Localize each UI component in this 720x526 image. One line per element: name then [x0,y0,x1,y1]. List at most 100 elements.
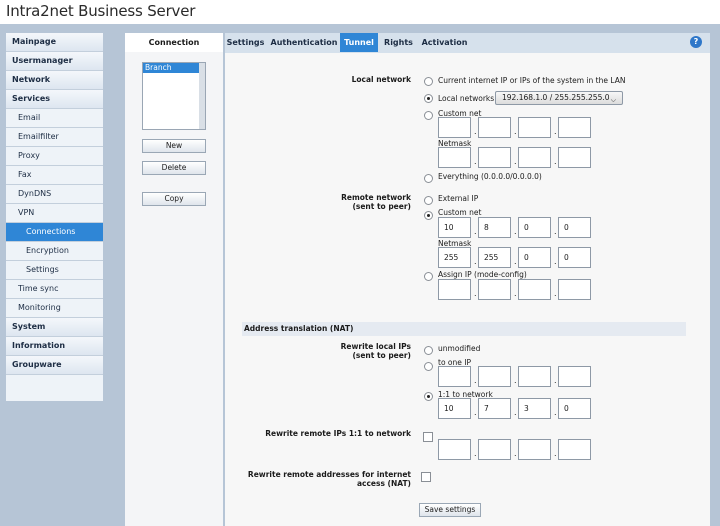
sidebar-item-information[interactable]: Information [6,337,103,356]
local-netmask-octet-2[interactable] [478,147,511,168]
sidebar-item-settings[interactable]: Settings [6,261,103,280]
assign-ip-octet-3[interactable] [518,279,551,300]
help-icon[interactable]: ? [690,36,702,48]
to-one-ip-octet-1[interactable] [438,366,471,387]
save-settings-button[interactable]: Save settings [419,503,481,517]
local-custom-radio[interactable] [424,111,433,120]
remote-netmask-octet-1[interactable]: 255 [438,247,471,268]
local-netmask-octet-1[interactable] [438,147,471,168]
one-to-one-ip-octet-3[interactable]: 3 [518,398,551,419]
ip-dot: . [474,257,477,266]
remote-ip-octet-4[interactable]: 0 [558,217,591,238]
local-ip-octet-1[interactable] [438,117,471,138]
rewrite-remote-ip-octet-1[interactable] [438,439,471,460]
remote-custom-radio[interactable] [424,211,433,220]
assign-ip-octet-4[interactable] [558,279,591,300]
listbox-scrollbar[interactable] [199,63,205,129]
sidebar-item-services[interactable]: Services [6,90,103,109]
remote-assign-label: Assign IP (mode-config) [438,270,527,279]
rewrite-local-label: Rewrite local IPs (sent to peer) [245,342,411,360]
remote-ip-octet-3[interactable]: 0 [518,217,551,238]
ip-dot: . [554,257,557,266]
remote-network-label-line2: (sent to peer) [352,202,411,211]
rewrite-remote-ip-octet-4[interactable] [558,439,591,460]
tab-settings[interactable]: Settings [225,33,266,52]
sidebar-item-fax[interactable]: Fax [6,166,103,185]
local-networks-label: Local networks [438,94,495,103]
connection-listbox[interactable]: Branch [142,62,206,130]
sidebar-item-connections[interactable]: Connections [6,223,103,242]
local-ip-octet-2[interactable] [478,117,511,138]
rewrite-remote-ip-octet-3[interactable] [518,439,551,460]
ip-dot: . [554,289,557,298]
assign-ip-octet-2[interactable] [478,279,511,300]
ip-dot: . [514,257,517,266]
ip-dot: . [474,157,477,166]
ip-dot: . [474,376,477,385]
ip-dot: . [554,127,557,136]
rewrite-to-one-radio[interactable] [424,362,433,371]
to-one-ip-octet-3[interactable] [518,366,551,387]
local-everything-label: Everything (0.0.0.0/0.0.0.0) [438,172,542,181]
to-one-ip-octet-2[interactable] [478,366,511,387]
tab-activation[interactable]: Activation [419,33,470,52]
to-one-ip-octet-4[interactable] [558,366,591,387]
ip-dot: . [514,289,517,298]
local-everything-radio[interactable] [424,174,433,183]
connection-list-panel: Connection Branch New Delete Copy [125,33,223,526]
rewrite-remote-checkbox[interactable] [423,432,433,442]
local-networks-radio[interactable] [424,94,433,103]
sidebar-item-network[interactable]: Network [6,71,103,90]
rewrite-internet-label-line2: access (NAT) [356,479,411,488]
rewrite-internet-checkbox[interactable] [421,472,431,482]
remote-netmask-octet-3[interactable]: 0 [518,247,551,268]
local-ip-octet-3[interactable] [518,117,551,138]
tab-rights[interactable]: Rights [380,33,417,52]
list-item[interactable]: Branch [143,63,205,73]
local-current-radio[interactable] [424,77,433,86]
sidebar-item-emailfilter[interactable]: Emailfilter [6,128,103,147]
rewrite-remote-label: Rewrite remote IPs 1:1 to network [265,429,411,438]
sidebar-item-time-sync[interactable]: Time sync [6,280,103,299]
rewrite-unmodified-radio[interactable] [424,346,433,355]
rewrite-remote-ip-octet-2[interactable] [478,439,511,460]
sidebar-item-monitoring[interactable]: Monitoring [6,299,103,318]
local-networks-value: 192.168.1.0 / 255.255.255.0 [502,93,610,102]
tab-authentication[interactable]: Authentication [269,33,339,52]
sidebar-item-proxy[interactable]: Proxy [6,147,103,166]
remote-netmask-octet-4[interactable]: 0 [558,247,591,268]
remote-network-label-line1: Remote network [341,193,411,202]
remote-assign-radio[interactable] [424,272,433,281]
sidebar-item-email[interactable]: Email [6,109,103,128]
sidebar-item-usermanager[interactable]: Usermanager [6,52,103,71]
one-to-one-ip-octet-1[interactable]: 10 [438,398,471,419]
local-networks-select[interactable]: 192.168.1.0 / 255.255.255.0 ⌵ [495,91,623,105]
tab-connection[interactable]: Connection [125,33,223,52]
delete-button[interactable]: Delete [142,161,206,175]
sidebar-item-dyndns[interactable]: DynDNS [6,185,103,204]
rewrite-one-to-one-radio[interactable] [424,392,433,401]
one-to-one-ip-octet-2[interactable]: 7 [478,398,511,419]
remote-ip-octet-1[interactable]: 10 [438,217,471,238]
one-to-one-ip-octet-4[interactable]: 0 [558,398,591,419]
sidebar-item-mainpage[interactable]: Mainpage [6,33,103,52]
remote-netmask-octet-2[interactable]: 255 [478,247,511,268]
assign-ip-octet-1[interactable] [438,279,471,300]
remote-network-label: Remote network (sent to peer) [245,193,411,211]
local-ip-octet-4[interactable] [558,117,591,138]
sidebar-item-encryption[interactable]: Encryption [6,242,103,261]
new-button[interactable]: New [142,139,206,153]
sidebar-item-system[interactable]: System [6,318,103,337]
copy-button[interactable]: Copy [142,192,206,206]
local-netmask-octet-3[interactable] [518,147,551,168]
chevron-down-icon: ⌵ [610,96,616,104]
sidebar-item-groupware[interactable]: Groupware [6,356,103,375]
local-netmask-octet-4[interactable] [558,147,591,168]
tab-tunnel[interactable]: Tunnel [340,33,378,52]
rewrite-internet-label-line1: Rewrite remote addresses for internet [247,470,411,479]
sidebar-item-vpn[interactable]: VPN [6,204,103,223]
ip-dot: . [514,449,517,458]
ip-dot: . [474,127,477,136]
remote-external-radio[interactable] [424,196,433,205]
remote-ip-octet-2[interactable]: 8 [478,217,511,238]
